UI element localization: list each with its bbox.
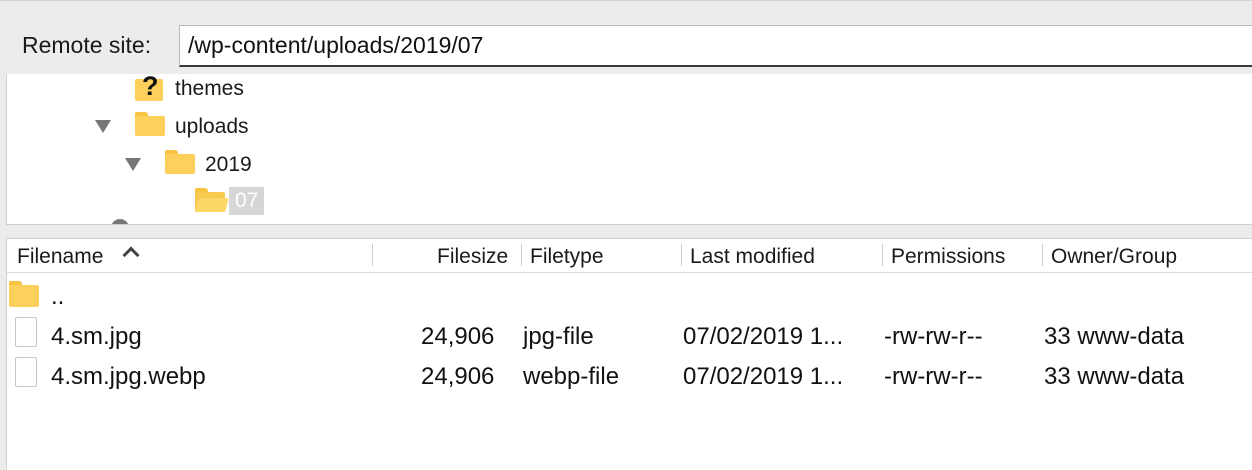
open-folder-icon <box>195 188 229 212</box>
remote-site-input[interactable] <box>179 25 1252 67</box>
file-name: 4.sm.jpg.webp <box>51 363 206 390</box>
expand-arrow-icon[interactable] <box>95 120 111 133</box>
remote-site-label: Remote site: <box>22 32 152 58</box>
file-owner-group: 33 www-data <box>1044 323 1185 350</box>
file-row-parent-directory[interactable]: .. <box>7 279 1252 317</box>
column-header-permissions[interactable]: Permissions <box>891 245 1005 269</box>
column-header-filename[interactable]: Filename <box>17 245 103 269</box>
remote-site-bar: Remote site: <box>0 0 1252 74</box>
tree-item-label: themes <box>175 77 244 100</box>
folder-icon <box>165 150 195 174</box>
tree-item-2019[interactable]: 2019 <box>7 150 607 186</box>
file-row[interactable]: 4.sm.jpg.webp 24,906 webp-file 07/02/201… <box>7 357 1252 395</box>
tree-item-themes[interactable]: ? themes <box>7 74 607 110</box>
tree-item-label: uploads <box>175 115 249 138</box>
folder-icon <box>9 281 39 307</box>
file-last-modified: 07/02/2019 1... <box>683 363 844 390</box>
file-type: jpg-file <box>523 323 594 350</box>
column-header-filesize[interactable]: Filesize <box>437 245 508 269</box>
column-divider[interactable] <box>681 244 682 266</box>
remote-file-list: Filename Filesize Filetype Last modified… <box>6 238 1252 470</box>
tree-item-label-selected: 07 <box>229 187 265 215</box>
column-header-last-modified[interactable]: Last modified <box>690 245 815 269</box>
file-type: webp-file <box>523 363 620 390</box>
tree-item-07[interactable]: 07 <box>7 187 607 224</box>
folder-icon <box>135 112 165 136</box>
file-size: 24,906 <box>421 323 495 350</box>
column-divider[interactable] <box>882 244 883 266</box>
column-header-filetype[interactable]: Filetype <box>530 245 604 269</box>
file-last-modified: 07/02/2019 1... <box>683 323 844 350</box>
unknown-folder-icon: ? <box>135 74 163 102</box>
tree-item-label: 2019 <box>205 153 252 176</box>
file-permissions: -rw-rw-r-- <box>884 363 983 390</box>
file-name: .. <box>51 283 65 310</box>
file-owner-group: 33 www-data <box>1044 363 1185 390</box>
expand-arrow-icon[interactable] <box>125 158 141 171</box>
file-list-header: Filename Filesize Filetype Last modified… <box>7 239 1252 273</box>
column-divider[interactable] <box>372 244 373 266</box>
tree-item-uploads[interactable]: uploads <box>7 112 607 148</box>
column-header-owner-group[interactable]: Owner/Group <box>1051 245 1177 269</box>
file-row[interactable]: 4.sm.jpg 24,906 jpg-file 07/02/2019 1...… <box>7 317 1252 355</box>
file-name: 4.sm.jpg <box>51 323 142 350</box>
file-icon <box>15 357 37 387</box>
chevron-up-icon <box>122 246 140 264</box>
column-divider[interactable] <box>521 244 522 266</box>
remote-directory-tree: ? themes uploads 2019 07 <box>6 74 1252 225</box>
file-size: 24,906 <box>421 363 495 390</box>
column-divider[interactable] <box>1042 244 1043 266</box>
file-permissions: -rw-rw-r-- <box>884 323 983 350</box>
file-icon <box>15 317 37 347</box>
